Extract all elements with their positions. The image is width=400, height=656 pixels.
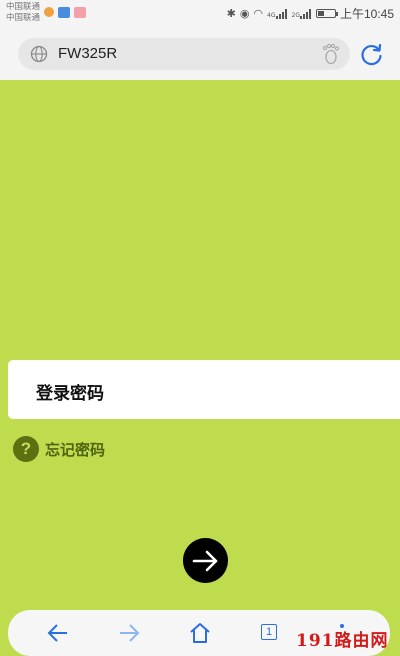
watermark: 191路由网 <box>296 631 389 651</box>
status-icons: ✱ ◉ ◠ 4G 2G 上午10:45 <box>227 5 394 22</box>
forgot-password-text: 忘记密码 <box>45 440 106 459</box>
eye-comfort-icon: ◉ <box>239 7 250 20</box>
arrow-right-icon <box>192 550 217 571</box>
globe-icon <box>30 45 48 63</box>
app-notification-icon <box>58 7 70 18</box>
back-icon[interactable] <box>46 621 70 645</box>
url-text: FW325R <box>58 45 118 62</box>
carrier-2: 中国联通 <box>6 13 41 23</box>
refresh-icon[interactable] <box>360 42 384 66</box>
app-notification-icon-2 <box>74 7 86 18</box>
forward-icon[interactable] <box>117 621 141 645</box>
signal-1-label: 4G <box>267 11 276 19</box>
url-field[interactable]: FW325R <box>18 38 350 70</box>
signal-2-icon: 2G <box>291 8 312 19</box>
tabs-icon[interactable]: 1 <box>261 624 277 640</box>
carrier-names: 中国联通 中国联通 <box>6 2 40 24</box>
clock: 上午10:45 <box>339 7 394 21</box>
password-label: 登录密码 <box>36 384 104 404</box>
bluetooth-icon: ✱ <box>226 7 236 20</box>
login-submit-button[interactable] <box>183 538 228 583</box>
footprint-icon[interactable] <box>322 43 342 65</box>
home-icon[interactable] <box>188 621 212 645</box>
wifi-icon: ◠ <box>253 7 264 20</box>
status-bar: 中国联通 中国联通 ✱ ◉ ◠ 4G 2G 上午10:45 <box>0 0 400 28</box>
battery-icon <box>315 9 338 18</box>
help-icon: ? <box>13 436 39 462</box>
signal-bars-icon <box>275 8 287 19</box>
weibo-icon <box>44 7 54 17</box>
forgot-password-link[interactable]: ? 忘记密码 <box>13 436 105 462</box>
browser-address-bar: FW325R <box>0 28 400 80</box>
signal-1-icon: 4G <box>267 8 287 19</box>
carrier-1: 中国联通 <box>6 2 41 12</box>
signal-bars-icon-2 <box>299 8 311 19</box>
password-field[interactable]: 登录密码 <box>8 360 400 419</box>
signal-2-label: 2G <box>291 11 300 19</box>
notification-icons <box>44 7 86 18</box>
